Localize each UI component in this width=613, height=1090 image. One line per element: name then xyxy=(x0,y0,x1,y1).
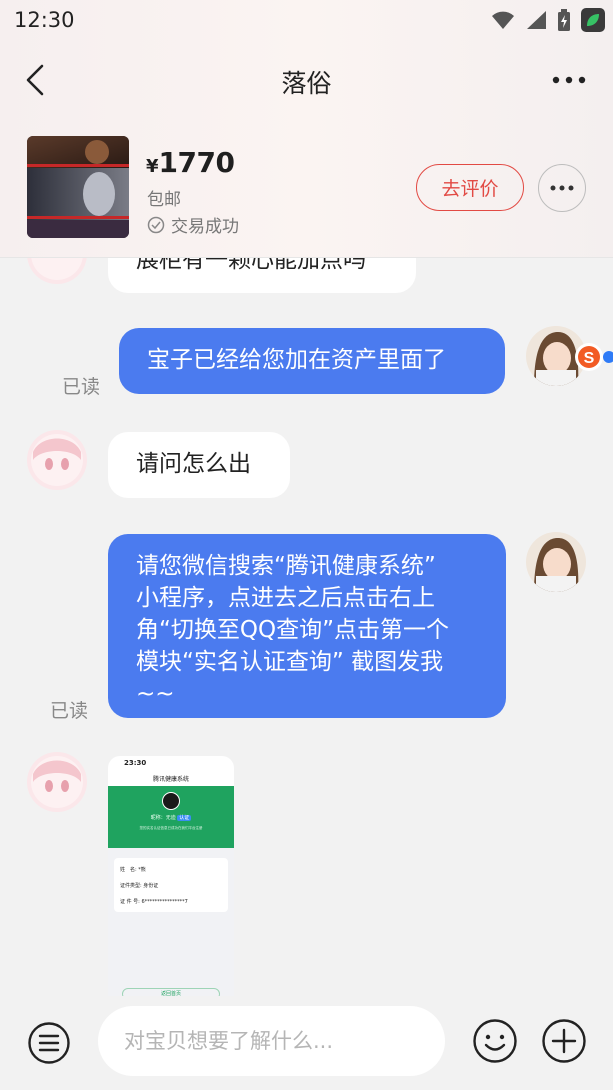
chat-message-left: 请问怎么出 xyxy=(108,432,290,498)
anime-girl-avatar xyxy=(27,430,87,490)
page-title: 落俗 xyxy=(281,69,332,98)
message-text: 展柜有一颗心能加点吗 xyxy=(136,258,366,273)
screenshot-status-bar: 23:30 xyxy=(108,756,234,772)
status-bar: 12:30 xyxy=(0,0,613,44)
wifi-icon xyxy=(492,11,514,29)
screenshot-bottom-button: 返回首页 xyxy=(122,988,220,996)
deal-status: 交易成功 xyxy=(147,212,239,237)
info-row: 证 件 号: 6****************7 xyxy=(120,899,188,905)
anime-girl-avatar xyxy=(27,258,87,284)
profile-tag: 认证 xyxy=(177,815,192,821)
info-row: 证件类型: 身份证 xyxy=(120,883,159,889)
deal-status-text: 交易成功 xyxy=(171,217,239,237)
leaf-app-icon xyxy=(581,8,605,32)
image-message[interactable]: 23:30 腾讯健康系统 昵称：无迪 认证 您的实名认证信息已成功在我们平台注册… xyxy=(108,756,234,996)
girl-photo-avatar xyxy=(526,532,586,592)
message-text: 宝子已经给您加在资产里面了 xyxy=(147,347,446,373)
check-circle-icon xyxy=(147,216,165,233)
price-symbol: ¥ xyxy=(146,156,159,177)
game-cover-image xyxy=(27,136,129,238)
seller-avatar[interactable] xyxy=(27,430,87,490)
card-more-button[interactable] xyxy=(538,164,586,212)
review-button[interactable]: 去评价 xyxy=(416,164,524,211)
add-button[interactable] xyxy=(541,1018,587,1064)
menu-button[interactable] xyxy=(27,1021,71,1065)
read-receipt: 已读 xyxy=(50,700,89,722)
plus-circle-icon xyxy=(542,1019,586,1063)
message-text: 请问怎么出 xyxy=(136,451,251,477)
nav-bar: 落俗 xyxy=(0,52,613,108)
list-menu-icon xyxy=(28,1022,70,1064)
screenshot-info-card: 姓 名: *熊 证件类型: 身份证 证 件 号: 6**************… xyxy=(114,858,228,912)
message-line: 请您微信搜索“腾讯健康系统” xyxy=(136,553,436,579)
signal-icon xyxy=(527,11,546,29)
profile-name: 昵称：无迪 认证 xyxy=(150,815,192,821)
product-card: ¥1770 包邮 交易成功 去评价 xyxy=(0,128,613,246)
shipping-label: 包邮 xyxy=(147,190,181,210)
seller-avatar[interactable] xyxy=(27,258,87,284)
message-line: 模块“实名认证查询” 截图发我 xyxy=(136,649,444,675)
message-line: ~~ xyxy=(136,681,175,707)
chat-message-left: 展柜有一颗心能加点吗 xyxy=(108,258,416,293)
message-line: 角“切换至QQ查询”点击第一个 xyxy=(136,617,450,643)
screenshot-profile-banner: 昵称：无迪 认证 您的实名认证信息已成功在我们平台注册 xyxy=(108,786,234,848)
status-icons xyxy=(491,8,605,32)
chat-area[interactable]: 展柜有一颗心能加点吗 已读 宝子已经给您加在资产里面了 S 请问怎么出 请您微信… xyxy=(0,258,613,996)
battery-icon xyxy=(558,9,570,31)
status-time: 12:30 xyxy=(14,8,75,32)
emoji-button[interactable] xyxy=(472,1018,518,1064)
my-avatar[interactable] xyxy=(526,532,586,592)
chat-message-right: 请您微信搜索“腾讯健康系统” 小程序，点进去之后点击右上 角“切换至QQ查询”点… xyxy=(108,534,506,718)
screenshot-title: 腾讯健康系统 xyxy=(152,776,189,783)
more-dots-icon xyxy=(552,76,586,84)
info-row: 姓 名: *熊 xyxy=(120,867,146,873)
price: ¥1770 xyxy=(146,146,235,179)
read-receipt: 已读 xyxy=(62,376,101,398)
seller-avatar[interactable] xyxy=(27,752,87,812)
product-thumbnail[interactable] xyxy=(27,136,129,238)
more-options-button[interactable] xyxy=(551,66,587,94)
profile-note: 您的实名认证信息已成功在我们平台注册 xyxy=(139,826,203,830)
input-bar xyxy=(0,996,613,1090)
screenshot-header: 腾讯健康系统 xyxy=(108,772,234,786)
svg-text:S: S xyxy=(584,350,595,367)
screenshot-time: 23:30 xyxy=(124,759,147,767)
sogou-badge-icon: S xyxy=(575,343,613,371)
price-value: 1770 xyxy=(158,146,235,179)
smiley-icon xyxy=(473,1019,517,1063)
anime-girl-avatar xyxy=(27,752,87,812)
message-input[interactable] xyxy=(98,1006,445,1076)
more-dots-icon xyxy=(550,185,574,191)
chat-message-right: 宝子已经给您加在资产里面了 xyxy=(119,328,505,394)
profile-avatar xyxy=(162,792,180,810)
message-line: 小程序，点进去之后点击右上 xyxy=(136,585,435,611)
